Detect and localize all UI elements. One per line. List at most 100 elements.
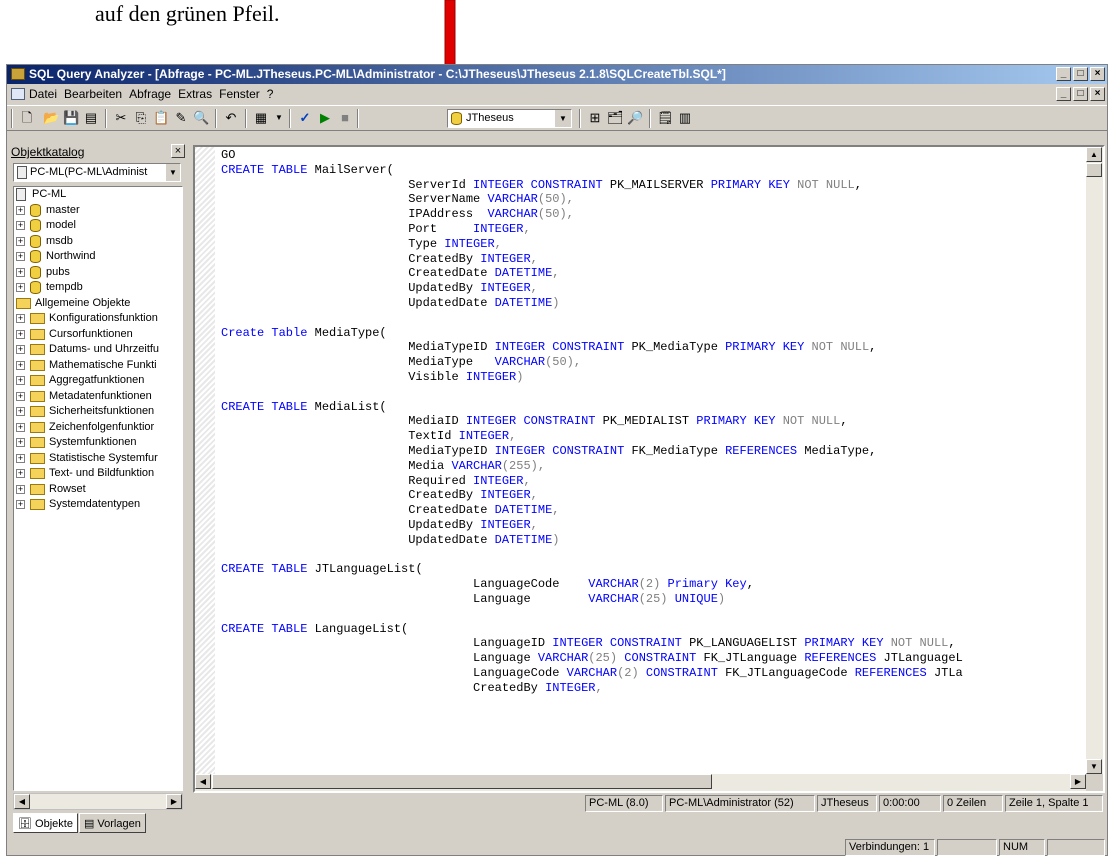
expand-icon[interactable]: + xyxy=(16,205,25,215)
menu-fenster[interactable]: Fenster xyxy=(219,87,260,101)
close-icon[interactable]: × xyxy=(171,144,185,158)
tree-item[interactable]: + Aggregatfunktionen xyxy=(14,373,182,389)
tree-item[interactable]: + Statistische Systemfur xyxy=(14,451,182,467)
expand-icon[interactable]: + xyxy=(16,329,25,339)
expand-icon[interactable]: + xyxy=(16,469,25,478)
mdi-restore-button[interactable]: □ xyxy=(1073,87,1088,101)
expand-icon[interactable]: + xyxy=(16,267,25,277)
editor-horizontal-scrollbar[interactable]: ◀ ▶ xyxy=(195,774,1086,791)
tab-vorlagen[interactable]: ▤ Vorlagen xyxy=(78,813,146,833)
new-query-icon[interactable]: 🗋 xyxy=(19,110,35,126)
scroll-right-icon[interactable]: ▶ xyxy=(166,794,182,809)
maximize-button[interactable]: □ xyxy=(1073,67,1088,81)
chevron-down-icon[interactable]: ▼ xyxy=(166,164,180,181)
expand-icon[interactable]: + xyxy=(16,252,25,261)
paste-icon[interactable]: 📋 xyxy=(153,110,169,126)
tree-item[interactable]: + Zeichenfolgenfunktior xyxy=(14,420,182,436)
tree-item[interactable]: + model xyxy=(14,218,182,234)
tree-item[interactable]: + Systemdatentypen xyxy=(14,497,182,513)
title-bar[interactable]: SQL Query Analyzer - [Abfrage - PC-ML.JT… xyxy=(7,65,1107,84)
execute-query-icon[interactable]: ▶ xyxy=(317,110,333,126)
tree-item[interactable]: + Northwind xyxy=(14,249,182,265)
tree-item[interactable]: + Konfigurationsfunktion xyxy=(14,311,182,327)
expand-icon[interactable]: + xyxy=(16,376,25,385)
scroll-right-icon[interactable]: ▶ xyxy=(1070,774,1086,789)
cut-icon[interactable]: ✂ xyxy=(113,110,129,126)
menu-extras[interactable]: Extras xyxy=(178,87,212,101)
vertical-scroll-thumb[interactable] xyxy=(1086,163,1102,177)
open-file-icon[interactable]: 📂 xyxy=(43,110,59,126)
expand-icon[interactable]: + xyxy=(16,500,25,509)
copy-icon[interactable]: ⎘ xyxy=(133,110,149,126)
tree-item[interactable]: + Text- und Bildfunktion xyxy=(14,466,182,482)
tree-item[interactable]: + Cursorfunktionen xyxy=(14,327,182,343)
status-resize-grip[interactable] xyxy=(1047,839,1105,856)
expand-icon[interactable]: + xyxy=(16,236,25,246)
menu-bearbeiten[interactable]: Bearbeiten xyxy=(64,87,122,101)
object-tree-horizontal-scrollbar[interactable]: ◀ ▶ xyxy=(13,793,183,810)
code-token: INTEGER xyxy=(480,251,531,266)
tree-item[interactable]: + Systemfunktionen xyxy=(14,435,182,451)
results-grid-icon[interactable]: ▥ xyxy=(677,110,693,126)
document-icon[interactable] xyxy=(11,88,25,100)
chevron-down-icon[interactable]: ▼ xyxy=(554,110,571,127)
mdi-close-button[interactable]: × xyxy=(1090,87,1105,101)
chevron-down-icon[interactable]: ▼ xyxy=(271,110,287,126)
expand-icon[interactable]: + xyxy=(16,221,25,230)
expand-icon[interactable]: + xyxy=(16,345,25,354)
scroll-down-icon[interactable]: ▼ xyxy=(1086,759,1102,774)
expand-icon[interactable]: + xyxy=(16,438,25,447)
mdi-minimize-button[interactable]: _ xyxy=(1056,87,1071,101)
save-icon[interactable]: 💾 xyxy=(63,110,79,126)
tree-item[interactable]: + pubs xyxy=(14,265,182,281)
menu-help[interactable]: ? xyxy=(267,87,274,101)
scroll-left-icon[interactable]: ◀ xyxy=(14,794,30,809)
sql-code[interactable]: GO CREATE TABLE MailServer( ServerId INTE… xyxy=(221,148,1083,695)
object-search-icon[interactable]: 🔎 xyxy=(627,110,643,126)
properties-icon[interactable]: 🗒 xyxy=(657,110,674,126)
expand-icon[interactable]: + xyxy=(16,407,25,416)
expand-icon[interactable]: + xyxy=(16,484,25,494)
query-editor[interactable]: GO CREATE TABLE MailServer( ServerId INTE… xyxy=(193,145,1105,793)
editor-vertical-scrollbar[interactable]: ▲ ▼ xyxy=(1086,147,1103,774)
expand-icon[interactable]: + xyxy=(16,314,25,323)
tab-objekte[interactable]: 🗄 Objekte xyxy=(13,813,78,833)
expand-icon[interactable]: + xyxy=(16,360,25,370)
scroll-left-icon[interactable]: ◀ xyxy=(195,774,211,789)
database-select[interactable]: JTheseus ▼ xyxy=(447,109,572,128)
object-browser-icon[interactable]: 🗂 xyxy=(607,110,624,126)
clear-window-icon[interactable]: ✎ xyxy=(173,110,189,126)
expand-icon[interactable]: + xyxy=(16,283,25,292)
menu-abfrage[interactable]: Abfrage xyxy=(129,87,171,101)
code-token: VARCHAR xyxy=(588,577,639,592)
tree-item[interactable]: + tempdb xyxy=(14,280,182,296)
tree-item[interactable]: + msdb xyxy=(14,234,182,250)
horizontal-scroll-thumb[interactable] xyxy=(212,774,712,789)
scroll-up-icon[interactable]: ▲ xyxy=(1086,147,1102,162)
expand-icon[interactable]: + xyxy=(16,422,25,432)
code-token: (255), xyxy=(501,458,546,473)
tree-item[interactable]: + Rowset xyxy=(14,482,182,498)
parse-query-icon[interactable]: ✓ xyxy=(297,110,313,126)
object-browser: Objektkatalog × PC-ML(PC-ML\Administ ▼ P… xyxy=(11,143,191,857)
tree-item[interactable]: + Sicherheitsfunktionen xyxy=(14,404,182,420)
tree-item[interactable]: PC-ML xyxy=(14,187,182,203)
tree-item[interactable]: Allgemeine Objekte xyxy=(14,296,182,312)
tree-item[interactable]: + master xyxy=(14,203,182,219)
cancel-query-icon[interactable]: ■ xyxy=(337,110,353,126)
server-select[interactable]: PC-ML(PC-ML\Administ ▼ xyxy=(13,163,181,182)
execution-plan-icon[interactable]: ⊞ xyxy=(587,110,603,126)
expand-icon[interactable]: + xyxy=(16,391,25,401)
insert-template-icon[interactable]: ▤ xyxy=(83,110,99,126)
results-mode-icon[interactable]: ▦ xyxy=(253,110,269,126)
undo-icon[interactable]: ↶ xyxy=(223,110,239,126)
tree-item[interactable]: + Datums- und Uhrzeitfu xyxy=(14,342,182,358)
code-token: , xyxy=(746,577,754,592)
tree-item[interactable]: + Mathematische Funkti xyxy=(14,358,182,374)
minimize-button[interactable]: _ xyxy=(1056,67,1071,81)
menu-datei[interactable]: Datei xyxy=(29,87,57,101)
tree-item[interactable]: + Metadatenfunktionen xyxy=(14,389,182,405)
close-button[interactable]: × xyxy=(1090,67,1105,81)
find-icon[interactable]: 🔍 xyxy=(193,110,209,126)
expand-icon[interactable]: + xyxy=(16,453,25,463)
